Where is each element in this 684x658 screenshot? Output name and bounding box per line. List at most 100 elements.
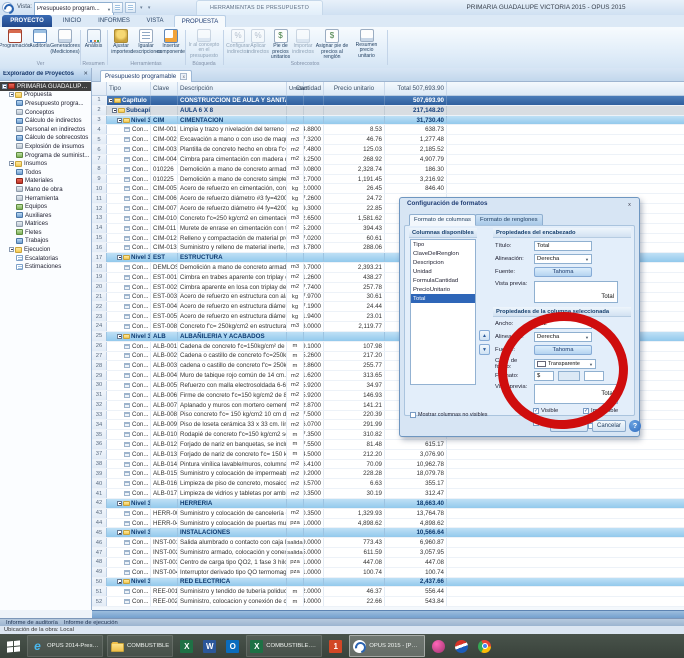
sidebar-item-herramienta[interactable]: Herramienta: [0, 194, 91, 203]
qat-window-button[interactable]: [112, 2, 123, 13]
col-header-tipo[interactable]: Tipo: [107, 82, 151, 95]
column-list-item-descripcion[interactable]: Descripcion: [411, 258, 475, 267]
table-row[interactable]: 1CapítuloCONSTRUCCION DE AULA Y SANITARI…: [92, 96, 684, 106]
ancho-input[interactable]: 132: [534, 319, 592, 329]
expander-icon[interactable]: [9, 92, 14, 97]
checkbox-checked-icon[interactable]: ✓: [583, 408, 589, 414]
ribbon-button-igualar-descripciones[interactable]: Igualar descripciones: [134, 28, 159, 59]
alineacion-select[interactable]: Derecha ▼: [534, 254, 592, 264]
taskbar-item-chrome[interactable]: [475, 635, 494, 657]
ribbon-button-programaci-n[interactable]: Programación: [2, 28, 28, 59]
checkbox-checked-icon[interactable]: ✓: [533, 408, 539, 414]
sidebar-item-trabajos[interactable]: Trabajos: [0, 237, 91, 246]
sidebar-item-equipos[interactable]: Equipos: [0, 202, 91, 211]
fuente-button[interactable]: Tahoma: [534, 267, 592, 277]
sidebar-item-programa-de-suminist[interactable]: Programa de suminist...: [0, 151, 91, 160]
ribbon-button-generadores-mediciones[interactable]: Generadores (Mediciones): [51, 28, 79, 59]
ribbon-button-asignar-pie-de-precios-al-rengl-n[interactable]: $Asignar pie de precios al renglón: [313, 28, 351, 59]
sidebar-item-matrices[interactable]: Matrices: [0, 220, 91, 229]
table-row[interactable]: 51Con...REE-001Suministro y tendido de t…: [92, 587, 684, 597]
alineacion2-select[interactable]: Derecha ▼: [534, 332, 592, 342]
report-tab-informe-de-auditor-a[interactable]: Informe de auditoría: [6, 620, 58, 626]
table-row[interactable]: 52Con...REE-002Suministro, colocacion y …: [92, 597, 684, 607]
close-icon[interactable]: ✕: [83, 71, 88, 77]
close-icon[interactable]: x: [625, 200, 634, 209]
ribbon-button-pie-de-precios-unitarios[interactable]: $Pie de precios unitarios: [268, 28, 293, 59]
close-icon[interactable]: x: [180, 73, 187, 80]
taskbar-item-ie[interactable]: eOPUS 2014-Presu...: [27, 635, 103, 657]
imprimible-check-row[interactable]: ✓ Imprimible: [583, 408, 618, 414]
col-header-clave[interactable]: Clave: [151, 82, 178, 95]
column-list-item-total[interactable]: Total: [411, 294, 475, 303]
qat-grid-button[interactable]: [125, 2, 136, 13]
table-row[interactable]: 7Con...CIM-004Cimbra para cimentación co…: [92, 155, 684, 165]
formato-suffix-input[interactable]: [584, 371, 604, 381]
view-selector[interactable]: Presupuesto program... ▼: [34, 2, 114, 16]
expander-icon[interactable]: [117, 118, 122, 123]
column-list-item-tipo[interactable]: Tipo: [411, 240, 475, 249]
expander-icon[interactable]: [112, 108, 117, 113]
table-row[interactable]: 43Con...HERR-003Suministro y colocación …: [92, 509, 684, 519]
move-down-button[interactable]: ▼: [479, 344, 490, 355]
table-row[interactable]: 5Con...CIM-002Excavación a mano o con us…: [92, 135, 684, 145]
expander-icon[interactable]: [117, 501, 122, 506]
expander-icon[interactable]: [2, 84, 7, 89]
table-row[interactable]: 8Con...010226Demolición a mano de concre…: [92, 165, 684, 175]
fuente2-button[interactable]: Tahoma: [534, 345, 592, 355]
ribbon-tab-inicio[interactable]: INICIO: [54, 15, 90, 27]
help-button[interactable]: ?: [629, 420, 641, 432]
titulo-input[interactable]: Total: [534, 241, 592, 251]
sidebar-item-cálculo-de-sobrecostos[interactable]: Cálculo de sobrecostos: [0, 134, 91, 143]
report-tab-informe-de-ejecuci-n[interactable]: Informe de ejecución: [64, 620, 118, 626]
taskbar-item-word[interactable]: W: [200, 635, 219, 657]
table-row[interactable]: 37Con...ALB-013Forjado de nariz de concr…: [92, 450, 684, 460]
table-row[interactable]: 4Con...CIM-001Limpia y trazo y nivelació…: [92, 125, 684, 135]
color-fondo-select[interactable]: Transparente ▼: [534, 359, 596, 369]
formato-prefix-input[interactable]: $: [534, 371, 554, 381]
sidebar-item-escalatorias[interactable]: Escalatorias: [0, 254, 91, 263]
taskbar-item-excel[interactable]: XCOMBUSTIBLE.xls...: [246, 635, 322, 657]
taskbar-item-pepsi[interactable]: [452, 635, 471, 657]
sidebar-item-conceptos[interactable]: Conceptos: [0, 108, 91, 117]
taskbar-item-sphere[interactable]: [429, 635, 448, 657]
formato-pattern-input[interactable]: [558, 371, 580, 381]
col-header-descripcion[interactable]: Descripción: [178, 82, 287, 95]
sidebar-item-materiales[interactable]: Materiales: [0, 177, 91, 186]
col-header-cantidad[interactable]: Cantidad: [304, 82, 324, 95]
table-row[interactable]: 9Con...010225Demolición a mano de concre…: [92, 175, 684, 185]
taskbar-item-folder[interactable]: COMBUSTIBLE: [107, 635, 173, 657]
tab-formato-de-columnas[interactable]: Formato de columnas: [409, 214, 476, 226]
expander-icon[interactable]: [117, 530, 122, 535]
taskbar-item-excel[interactable]: X: [177, 635, 196, 657]
column-list-item-formulacantidad[interactable]: FormulaCantidad: [411, 276, 475, 285]
table-row[interactable]: 2SubcapítuloAULA 6 X 8217,148.20: [92, 106, 684, 116]
table-row[interactable]: 36Con...ALB-012Forjado de nariz en banqu…: [92, 440, 684, 450]
sidebar-item-todos[interactable]: Todos: [0, 168, 91, 177]
table-row[interactable]: 40Con...ALB-016Limpieza de piso de concr…: [92, 479, 684, 489]
sidebar-item-mano-de-obra[interactable]: Mano de obra: [0, 185, 91, 194]
taskbar-item-opus[interactable]: OPUS 2015 - [PRI...: [349, 635, 425, 657]
show-hidden-check-row[interactable]: Mostrar columnas no visibles: [410, 412, 488, 418]
table-row[interactable]: 47Con...INST-002Suministro armado, coloc…: [92, 548, 684, 558]
taskbar-item-office[interactable]: 1: [326, 635, 345, 657]
column-list-item-preciounitario[interactable]: PrecioUnitario: [411, 285, 475, 294]
ribbon-tab-informes[interactable]: INFORMES: [92, 15, 136, 27]
table-row[interactable]: 39Con...ALB-015Suministro y colocación d…: [92, 469, 684, 479]
ribbon-button-auditor-a[interactable]: Auditoría: [28, 28, 51, 59]
table-row[interactable]: 6Con...CIM-003Plantilla de concreto hech…: [92, 145, 684, 155]
expander-icon[interactable]: [9, 247, 14, 252]
sidebar-item-estimaciones[interactable]: Estimaciones: [0, 262, 91, 271]
move-up-button[interactable]: ▲: [479, 330, 490, 341]
aceptar-button[interactable]: Aceptar: [550, 420, 588, 432]
ribbon-tab-propuesta[interactable]: PROPUESTA: [174, 15, 226, 27]
table-row[interactable]: 49Con...INST-004Interruptor derivado tip…: [92, 568, 684, 578]
ribbon-tab-vista[interactable]: VISTA: [138, 15, 172, 27]
checkbox-icon[interactable]: [410, 412, 416, 418]
sidebar-item-presupuesto-progra[interactable]: Presupuesto progra...: [0, 99, 91, 108]
table-row[interactable]: 3Nivel 3CIMCIMENTACION31,730.40: [92, 116, 684, 126]
sidebar-item-personal-en-indirectos[interactable]: Personal en indirectos: [0, 125, 91, 134]
table-row[interactable]: 45Nivel 3INSTALACIONES10,566.64: [92, 528, 684, 538]
ribbon-button-an-lisis[interactable]: Análisis: [82, 28, 105, 59]
sidebar-item-insumos[interactable]: Insumos: [0, 159, 91, 168]
expander-icon[interactable]: [9, 161, 14, 166]
